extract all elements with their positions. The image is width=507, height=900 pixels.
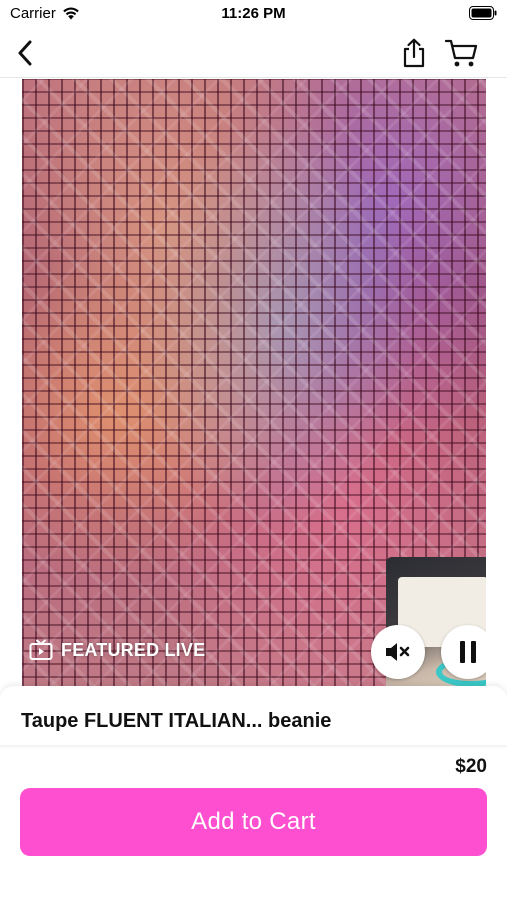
featured-live-badge: FEATURED LIVE <box>29 639 205 661</box>
product-sheet: Taupe FLUENT ITALIAN... beanie $20 Add t… <box>0 686 507 900</box>
cart-button[interactable] <box>443 36 481 70</box>
back-button[interactable] <box>10 38 40 68</box>
product-price: $20 <box>455 756 487 777</box>
status-bar: Carrier 11:26 PM <box>0 0 507 30</box>
battery-icon <box>469 6 497 20</box>
mute-button[interactable] <box>371 625 425 679</box>
sheet-divider <box>0 745 507 749</box>
cart-icon <box>445 39 478 67</box>
tv-icon <box>29 639 53 660</box>
status-time: 11:26 PM <box>221 5 286 22</box>
share-button[interactable] <box>398 36 430 70</box>
featured-live-label: FEATURED LIVE <box>61 639 206 660</box>
share-icon <box>403 38 425 68</box>
chevron-left-icon <box>18 40 32 66</box>
pause-icon <box>460 641 476 663</box>
speaker-muted-icon <box>386 643 410 661</box>
pause-button[interactable] <box>441 625 486 679</box>
nav-bar <box>0 30 507 78</box>
add-to-cart-button[interactable]: Add to Cart <box>20 788 487 856</box>
product-title[interactable]: Taupe FLUENT ITALIAN... beanie <box>21 710 331 733</box>
live-video-player[interactable]: FEATURED LIVE <box>22 79 486 691</box>
